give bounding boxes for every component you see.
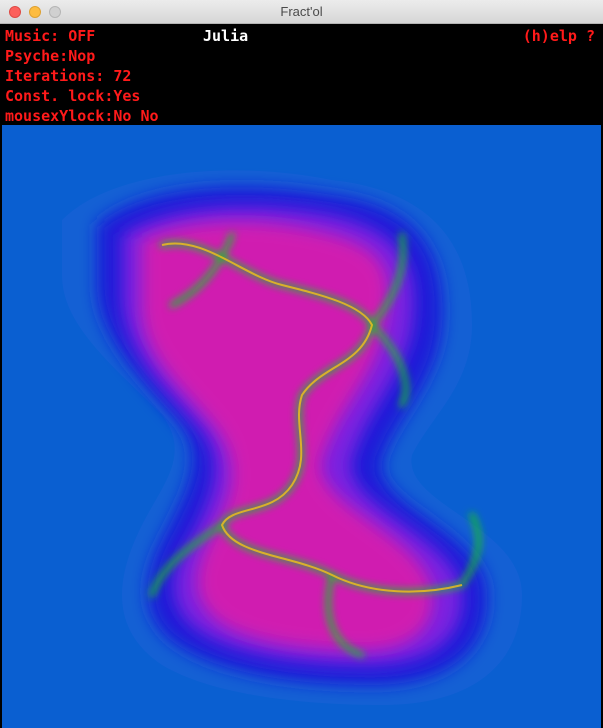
title-bar[interactable]: Fract'ol [0, 0, 603, 24]
fractal-canvas[interactable] [2, 125, 601, 728]
help-hint: (h)elp ? [522, 27, 595, 45]
const-lock-status: Const. lock:Yes [5, 87, 141, 105]
mouse-lock-status: mousexYlock:No No [5, 107, 159, 125]
window-title: Fract'ol [280, 4, 323, 19]
iterations-status: Iterations: 72 [5, 67, 132, 85]
julia-fractal-image [62, 170, 522, 706]
fractal-mode-label: Julia [203, 27, 249, 45]
music-status: Music: OFF [5, 27, 96, 45]
psyche-status: Psyche:Nop [5, 47, 96, 65]
status-overlay: Music: OFF Psyche:Nop Iterations: 72 Con… [0, 24, 603, 125]
app-window: Fract'ol Music: OFF Psyche:Nop Iteration… [0, 0, 603, 728]
